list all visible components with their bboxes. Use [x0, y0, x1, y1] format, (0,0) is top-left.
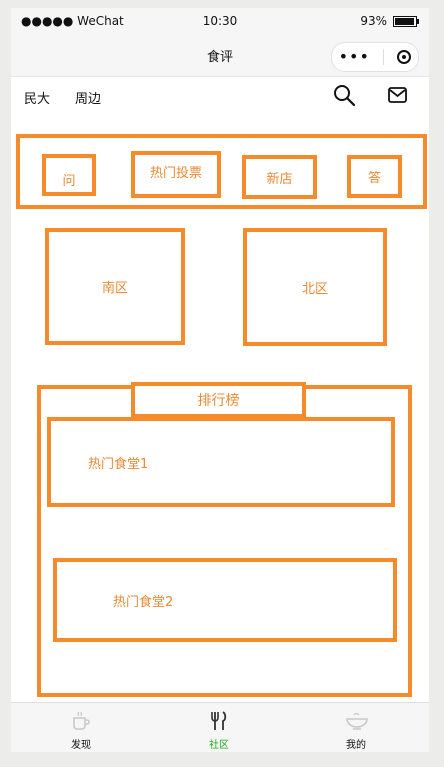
- status-bar: ●●●●● WeChat 10:30 93%: [11, 8, 429, 34]
- ranking-title: 排行榜: [131, 382, 306, 418]
- battery-percent: 93%: [360, 14, 387, 28]
- mail-icon[interactable]: [386, 83, 410, 107]
- tab-label: 我的: [346, 740, 366, 751]
- top-bar: 民大 周边: [11, 78, 429, 114]
- battery-icon: [393, 15, 419, 27]
- battery-status: 93%: [360, 14, 419, 28]
- coffee-cup-icon: [73, 711, 90, 730]
- fork-knife-icon: [211, 711, 227, 730]
- hot-vote-button[interactable]: 热门投票: [131, 151, 221, 198]
- location-tab-nearby[interactable]: 周边: [75, 88, 101, 107]
- target-circle-icon[interactable]: [397, 50, 412, 64]
- ranking-item-1[interactable]: 热门食堂1: [47, 417, 395, 507]
- answer-button[interactable]: 答: [347, 155, 402, 198]
- tab-community[interactable]: 社区: [179, 703, 259, 752]
- tab-label: 发现: [71, 740, 91, 751]
- phone-screen: ●●●●● WeChat 10:30 93% 食评 ••• 民大 周边 问 热门…: [11, 8, 429, 752]
- bowl-icon: [346, 712, 368, 730]
- capsule-divider: [383, 49, 385, 65]
- zone-south[interactable]: 南区: [45, 228, 185, 345]
- ranking-item-2[interactable]: 热门食堂2: [53, 558, 397, 642]
- nav-bar: 食评 •••: [11, 34, 429, 77]
- more-dots-icon[interactable]: •••: [339, 49, 370, 65]
- ask-button[interactable]: 问: [42, 154, 96, 196]
- location-tab-mingda[interactable]: 民大: [24, 88, 50, 107]
- zone-north[interactable]: 北区: [243, 228, 387, 346]
- battery-fill: [395, 17, 414, 25]
- tab-label: 社区: [209, 740, 229, 751]
- tab-bar: 发现 社区 我的: [11, 702, 429, 752]
- search-icon[interactable]: [332, 83, 356, 107]
- tab-mine[interactable]: 我的: [316, 703, 396, 752]
- tab-discover[interactable]: 发现: [41, 703, 121, 752]
- new-store-button[interactable]: 新店: [242, 155, 317, 199]
- mini-program-capsule: •••: [331, 42, 419, 72]
